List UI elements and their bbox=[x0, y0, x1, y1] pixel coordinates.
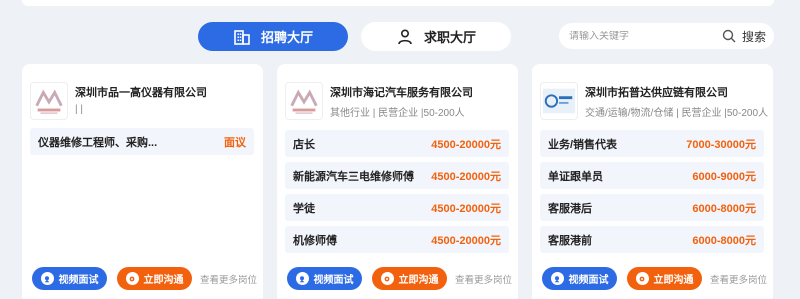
company-card[interactable]: 深圳市拓普达供应链有限公司 交通/运输/物流/仓储 | 民营企业 |50-200… bbox=[532, 64, 773, 299]
job-row[interactable]: 仪器维修工程师、采购... 面议 bbox=[30, 128, 254, 155]
tab-recruit-hall[interactable]: 招聘大厅 bbox=[198, 22, 348, 51]
company-name[interactable]: 深圳市品一高仪器有限公司 bbox=[75, 84, 207, 100]
company-meta: 交通/运输/物流/仓储 | 民营企业 |50-200人 bbox=[585, 108, 769, 119]
job-salary: 6000-8000元 bbox=[692, 234, 756, 247]
chat-icon bbox=[380, 272, 394, 285]
video-interview-label: 视频面试 bbox=[58, 275, 99, 286]
tab-recruit-label: 招聘大厅 bbox=[260, 30, 313, 45]
job-title: 单证跟单员 bbox=[548, 170, 603, 183]
company-logo bbox=[285, 82, 323, 120]
job-row[interactable]: 学徒 4500-20000元 bbox=[285, 194, 509, 221]
job-row[interactable]: 机修师傅 4500-20000元 bbox=[285, 226, 509, 253]
company-meta: | | bbox=[75, 104, 83, 115]
video-icon bbox=[295, 272, 309, 285]
job-title: 新能源汽车三电维修师傅 bbox=[293, 170, 414, 183]
video-interview-button[interactable]: 视频面试 bbox=[32, 267, 107, 290]
job-salary: 4500-20000元 bbox=[431, 234, 501, 247]
job-salary: 面议 bbox=[224, 136, 246, 149]
search-input[interactable] bbox=[569, 30, 709, 42]
company-card[interactable]: 深圳市品一高仪器有限公司 | | 仪器维修工程师、采购... 面议 视频面试 立… bbox=[22, 64, 263, 299]
building-icon bbox=[234, 29, 250, 45]
video-interview-label: 视频面试 bbox=[568, 275, 609, 286]
job-salary: 6000-8000元 bbox=[692, 202, 756, 215]
job-title: 店长 bbox=[293, 138, 315, 151]
job-title: 业务/销售代表 bbox=[548, 138, 618, 151]
video-interview-label: 视频面试 bbox=[313, 275, 354, 286]
company-logo bbox=[540, 82, 578, 120]
job-salary: 4500-20000元 bbox=[431, 138, 501, 151]
job-row[interactable]: 新能源汽车三电维修师傅 4500-20000元 bbox=[285, 162, 509, 189]
view-more-jobs-link[interactable]: 查看更多岗位 bbox=[710, 272, 767, 286]
job-row[interactable]: 客服港前 6000-8000元 bbox=[540, 226, 764, 253]
company-name[interactable]: 深圳市海记汽车服务有限公司 bbox=[330, 84, 473, 100]
job-salary: 7000-30000元 bbox=[686, 138, 756, 151]
search-button[interactable]: 搜索 bbox=[742, 28, 766, 45]
chat-now-label: 立即沟通 bbox=[653, 275, 694, 286]
video-icon bbox=[40, 272, 54, 285]
chat-now-label: 立即沟通 bbox=[143, 275, 184, 286]
job-salary: 4500-20000元 bbox=[431, 202, 501, 215]
job-row[interactable]: 店长 4500-20000元 bbox=[285, 130, 509, 157]
job-row[interactable]: 单证跟单员 6000-9000元 bbox=[540, 162, 764, 189]
view-more-jobs-link[interactable]: 查看更多岗位 bbox=[455, 272, 512, 286]
chat-now-button[interactable]: 立即沟通 bbox=[117, 267, 192, 290]
video-interview-button[interactable]: 视频面试 bbox=[287, 267, 362, 290]
job-title: 机修师傅 bbox=[293, 234, 337, 247]
job-title: 客服港后 bbox=[548, 202, 592, 215]
job-row[interactable]: 业务/销售代表 7000-30000元 bbox=[540, 130, 764, 157]
chat-now-button[interactable]: 立即沟通 bbox=[627, 267, 702, 290]
chat-icon bbox=[635, 272, 649, 285]
search-icon[interactable] bbox=[722, 29, 736, 43]
job-title: 仪器维修工程师、采购... bbox=[38, 136, 158, 149]
company-meta: 其他行业 | 民营企业 |50-200人 bbox=[330, 108, 465, 119]
tab-jobseek-label: 求职大厅 bbox=[423, 30, 476, 45]
company-logo bbox=[30, 82, 68, 120]
company-card[interactable]: 深圳市海记汽车服务有限公司 其他行业 | 民营企业 |50-200人 店长 45… bbox=[277, 64, 518, 299]
tab-jobseek-hall[interactable]: 求职大厅 bbox=[361, 22, 511, 51]
search-bar: 搜索 bbox=[559, 23, 774, 49]
job-salary: 4500-20000元 bbox=[431, 170, 501, 183]
chat-icon bbox=[125, 272, 139, 285]
job-title: 学徒 bbox=[293, 202, 315, 215]
top-panel bbox=[22, 0, 774, 6]
job-salary: 6000-9000元 bbox=[692, 170, 756, 183]
chat-now-label: 立即沟通 bbox=[398, 275, 439, 286]
job-row[interactable]: 客服港后 6000-8000元 bbox=[540, 194, 764, 221]
video-interview-button[interactable]: 视频面试 bbox=[542, 267, 617, 290]
chat-now-button[interactable]: 立即沟通 bbox=[372, 267, 447, 290]
video-icon bbox=[550, 272, 564, 285]
company-name[interactable]: 深圳市拓普达供应链有限公司 bbox=[585, 84, 728, 100]
job-title: 客服港前 bbox=[548, 234, 592, 247]
person-icon bbox=[398, 28, 412, 44]
view-more-jobs-link[interactable]: 查看更多岗位 bbox=[200, 272, 257, 286]
